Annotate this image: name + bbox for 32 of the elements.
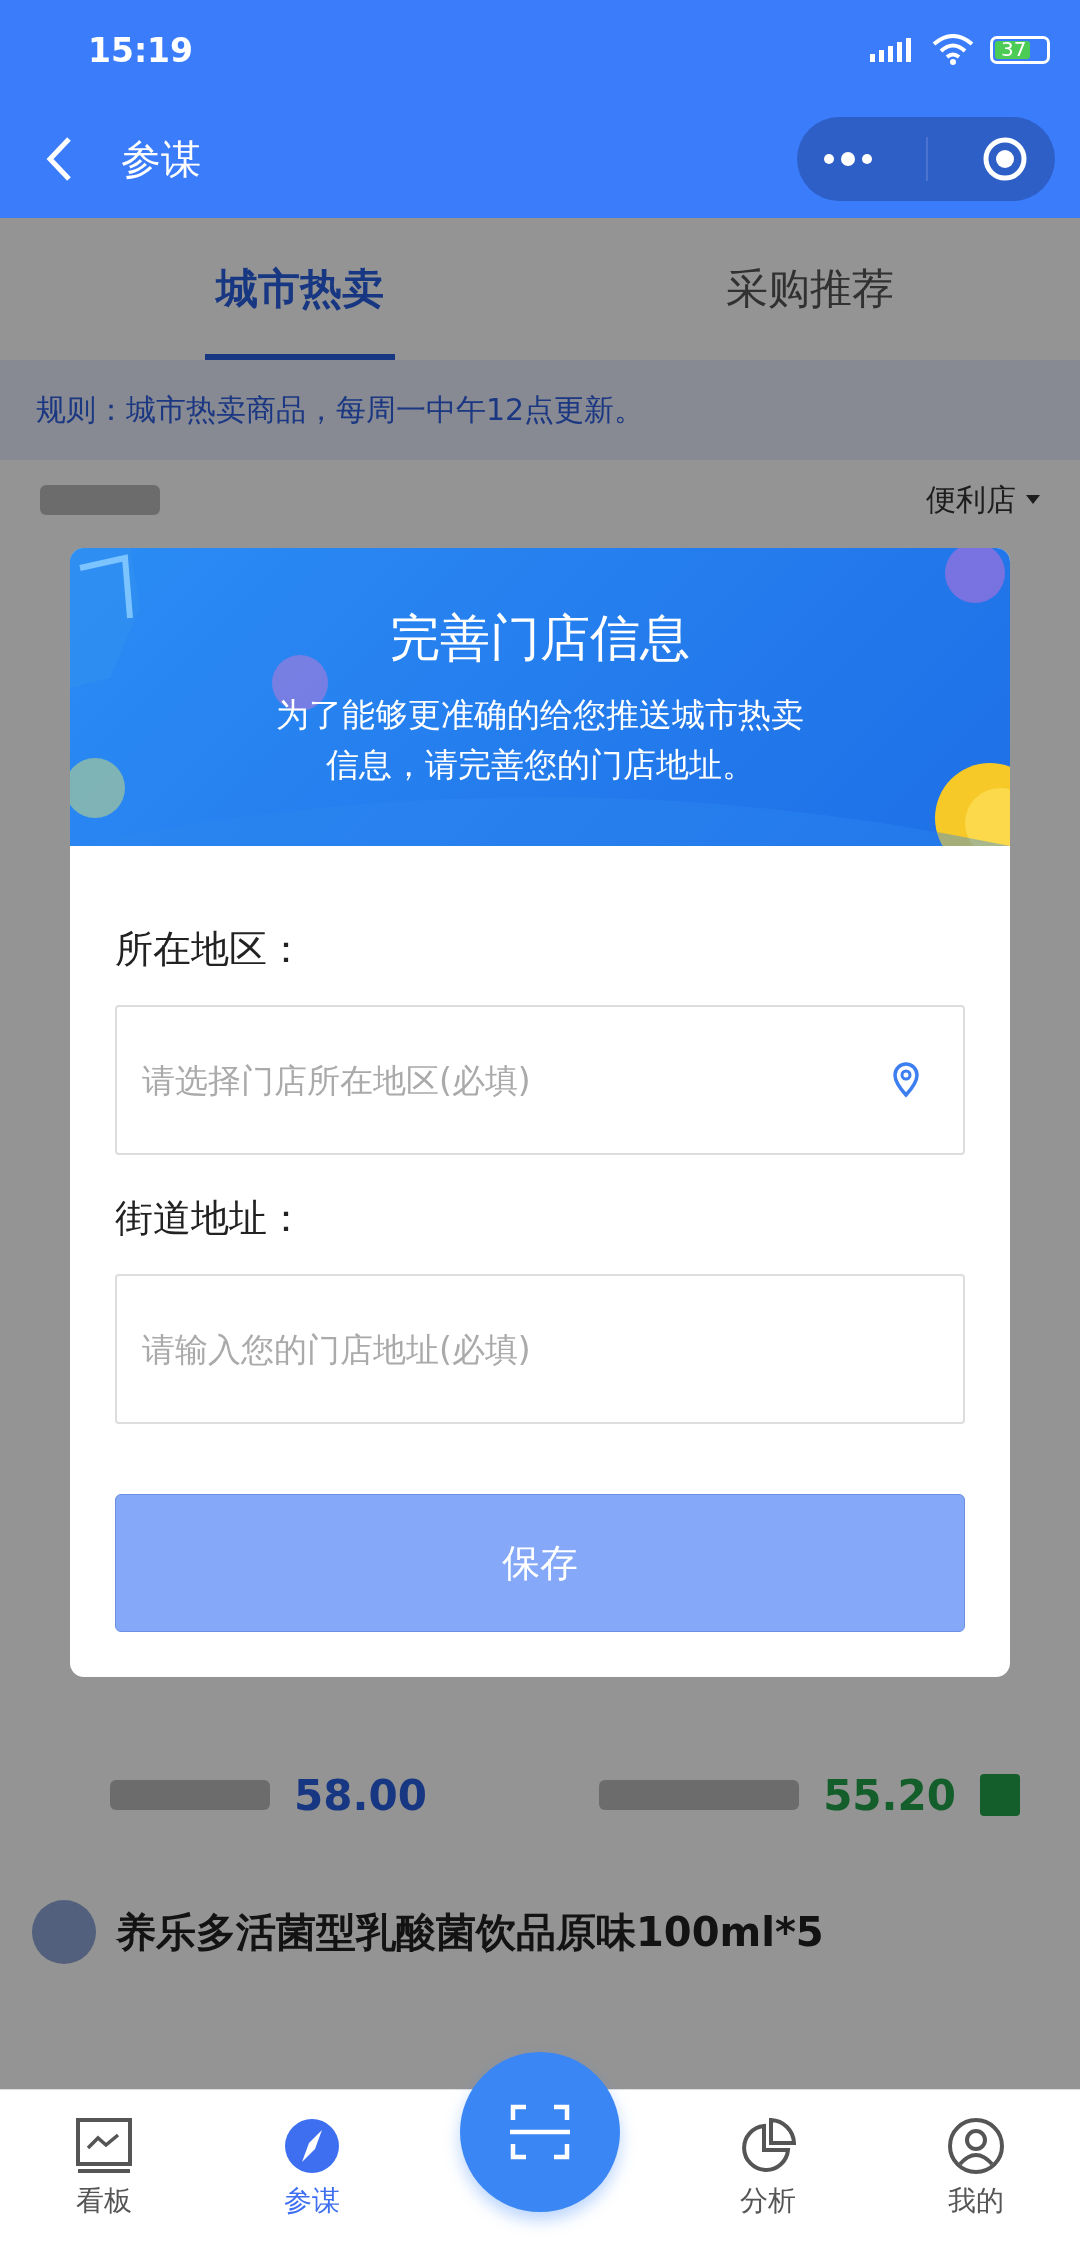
back-icon[interactable]	[45, 136, 73, 182]
dialog-subtitle: 为了能够更准确的给您推送城市热卖信息，请完善您的门店地址。	[275, 693, 805, 786]
user-icon	[948, 2118, 1004, 2174]
more-icon[interactable]	[823, 151, 874, 167]
compass-icon	[284, 2118, 340, 2174]
battery-icon: 37	[990, 36, 1050, 64]
tab-bar-item[interactable]: 参谋	[252, 2118, 372, 2220]
chart-board-icon	[76, 2118, 132, 2174]
scan-icon[interactable]	[510, 2103, 570, 2160]
page-title: 参谋	[121, 134, 201, 184]
tab-bar-item[interactable]: 我的	[916, 2118, 1036, 2220]
field-label: 街道地址：	[115, 1195, 306, 1242]
tab[interactable]: 城市热卖	[205, 218, 395, 360]
notice-text: 规则：城市热卖商品，每周一中午12点更新。	[0, 360, 1080, 460]
address-field[interactable]: 请输入您的门店地址(必填)	[115, 1274, 965, 1424]
price-value: 58.00	[294, 1770, 427, 1820]
caret-icon	[1026, 495, 1040, 505]
scan-button[interactable]	[460, 2051, 620, 2212]
pie-chart-icon	[740, 2118, 796, 2174]
tab-bar-item[interactable]: 分析	[708, 2118, 828, 2220]
field-label: 所在地区：	[115, 926, 306, 973]
status-time: 15:19	[88, 30, 194, 70]
tab-bar-item[interactable]: 看板	[44, 2118, 164, 2220]
location-icon[interactable]	[892, 1062, 920, 1098]
dialog-title: 完善门店信息	[390, 607, 690, 669]
wifi-icon	[932, 34, 974, 66]
product-name: 养乐多活菌型乳酸菌饮品原味100ml*5	[116, 1907, 824, 1957]
tab[interactable]: 采购推荐	[540, 218, 1080, 360]
price-value: 55.20	[823, 1770, 956, 1820]
store-type-dropdown[interactable]: 便利店	[926, 479, 1040, 521]
price-tag	[980, 1774, 1020, 1816]
region-field[interactable]: 请选择门店所在地区(必填)	[115, 1005, 965, 1155]
